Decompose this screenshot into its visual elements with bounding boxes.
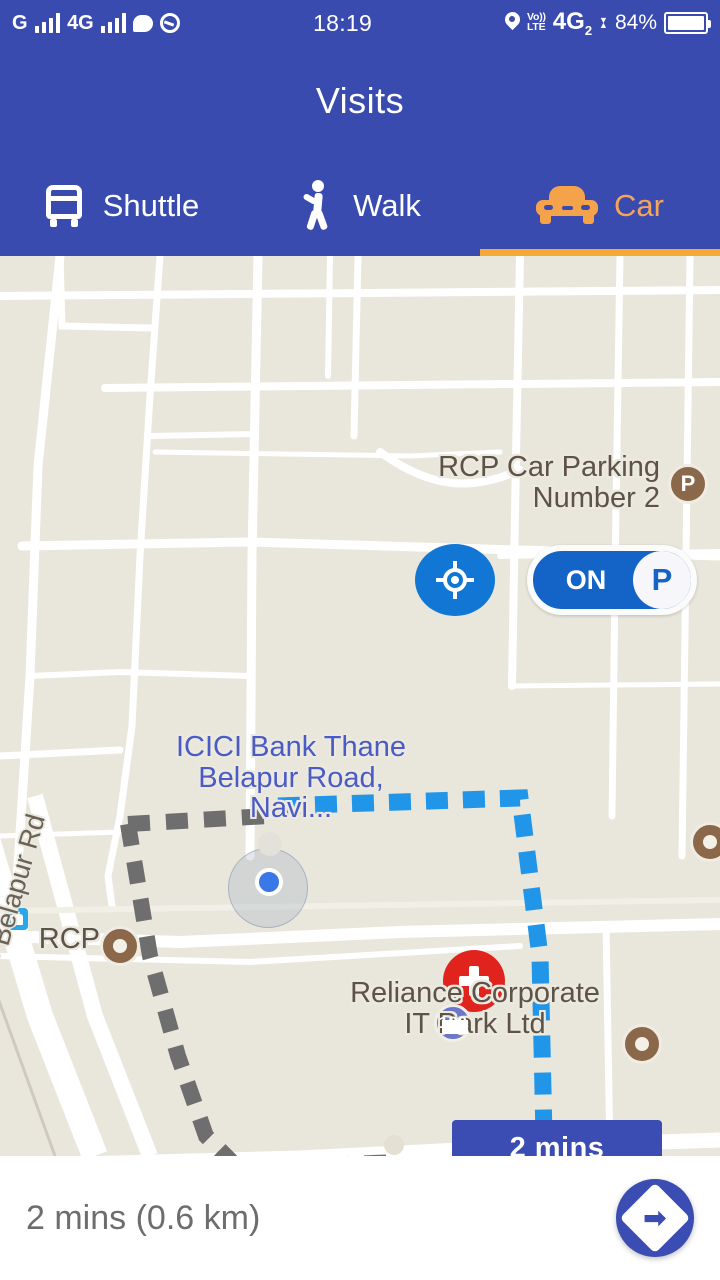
network-right-sub: 2 (584, 22, 593, 38)
bus-icon (41, 183, 87, 229)
current-location-dot (255, 868, 283, 896)
walk-icon (299, 180, 337, 232)
tab-walk[interactable]: Walk (240, 156, 480, 256)
volte-bottom-label: LTE (526, 20, 546, 33)
navigation-arrow-icon: ➡ (619, 1182, 691, 1254)
my-location-icon (436, 561, 474, 599)
parking-toggle-knob: P (633, 551, 691, 609)
volte-icon: Vo)) LTE (526, 12, 546, 33)
status-bar-right: Vo)) LTE 4G2 ▼ ▲ 84% (505, 7, 711, 38)
chrome-icon (160, 13, 181, 33)
destination-pin-green[interactable] (243, 820, 297, 874)
status-bar-left: G 4G (12, 11, 181, 35)
status-bar-center: 18:19 (180, 10, 505, 37)
signal-bars-icon-1 (34, 13, 61, 33)
tab-shuttle-label: Shuttle (102, 188, 200, 223)
tab-shuttle[interactable]: Shuttle (0, 156, 240, 256)
map-label-icici-bank: ICICI Bank Thane Belapur Road, Navi... (176, 731, 406, 825)
origin-pin-red[interactable] (371, 1124, 417, 1156)
network-right-text: 4G (552, 7, 585, 35)
app-bar: Visits Shuttle Walk Car (0, 46, 720, 256)
battery-icon (664, 11, 711, 34)
page-title: Visits (315, 80, 405, 121)
battery-percent-label: 84% (614, 10, 657, 34)
clock-label: 18:19 (313, 9, 373, 36)
map-label-reliance-it-park: Reliance Corporate IT Park Ltd (350, 977, 600, 1040)
network-type-label-2: 4G (67, 11, 94, 34)
tab-car-label: Car (614, 188, 664, 223)
map-canvas[interactable]: ON P RCP Car Parking Number 2 P ICICI Ba… (0, 256, 720, 1156)
location-pin-icon (505, 12, 520, 33)
eta-label: 2 mins (0.6 km) (26, 1198, 261, 1237)
speed-limit-value: 100 (438, 1013, 468, 1032)
bottom-bar: 2 mins (0.6 km) ➡ (0, 1156, 720, 1280)
network-type-label-1: G (12, 11, 28, 34)
map-label-rcp-car-parking: RCP Car Parking Number 2 (438, 451, 660, 514)
signal-bars-icon-2 (100, 13, 127, 33)
route-time-badge: 2 mins (452, 1120, 662, 1156)
reliance-poi-marker[interactable] (622, 1024, 662, 1064)
start-navigation-button[interactable]: ➡ (616, 1179, 694, 1257)
parking-toggle[interactable]: ON P (527, 545, 697, 615)
tab-car[interactable]: Car (480, 156, 720, 256)
rcp-poi-marker[interactable] (100, 926, 140, 966)
car-icon (536, 186, 599, 226)
mode-tabs: Shuttle Walk Car (0, 156, 720, 256)
network-right-label: 4G2 (552, 7, 593, 38)
tab-walk-label: Walk (353, 188, 421, 223)
chat-icon (133, 14, 154, 32)
my-location-button[interactable] (415, 544, 495, 616)
tab-active-indicator (480, 249, 720, 256)
parking-poi-marker[interactable]: P (668, 464, 708, 504)
parking-toggle-state-label: ON (565, 564, 607, 595)
data-transfer-icon: ▼ ▲ (599, 14, 608, 30)
map-label-rcp: RCP (38, 923, 100, 955)
status-bar: G 4G 18:19 Vo)) LTE 4G2 ▼ ▲ 84% (0, 0, 720, 46)
